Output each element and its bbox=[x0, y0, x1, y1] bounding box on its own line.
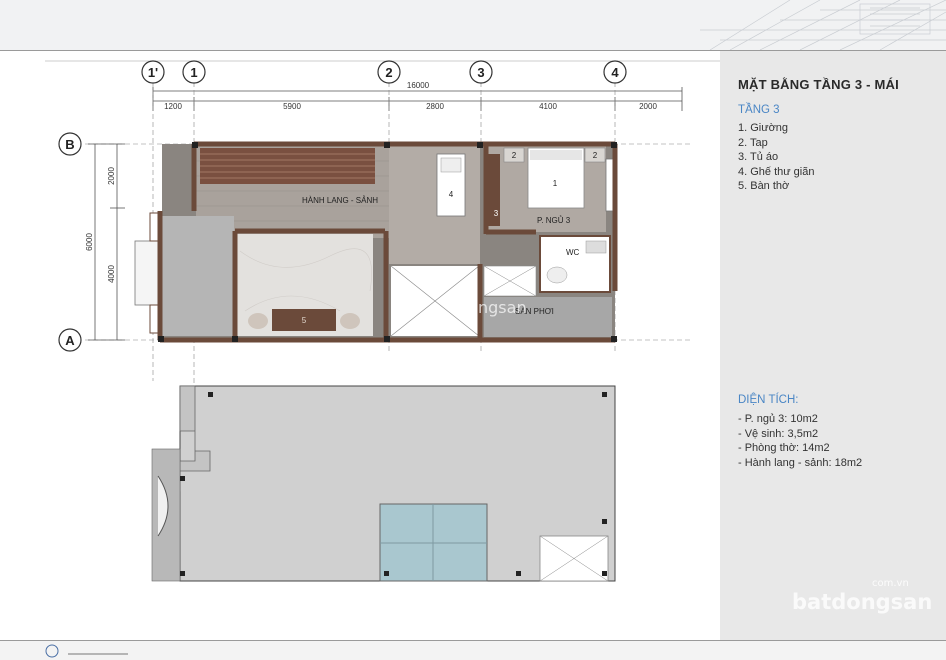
watermark-mid: ngsan bbox=[478, 298, 527, 317]
floor-plan-drawing: 1' 1 2 3 4 B A 16000 1200 5900 2800 4100… bbox=[45, 60, 720, 582]
floor-plan: 1' 1 2 3 4 B A 16000 1200 5900 2800 4100… bbox=[0, 51, 720, 640]
axis-label-4: 4 bbox=[611, 65, 619, 80]
area-item: - Hành lang - sảnh: 18m2 bbox=[738, 456, 863, 469]
furniture-num-altar: 5 bbox=[302, 316, 307, 325]
dimension-seg-5: 2000 bbox=[639, 102, 657, 111]
axis-label-1: 1 bbox=[190, 65, 197, 80]
furniture-item: 2. Tap bbox=[738, 136, 768, 149]
furniture-item: 1. Giường bbox=[738, 122, 789, 134]
furniture-item: 3. Tủ áo bbox=[738, 151, 779, 164]
furniture-num-nightstand-left: 2 bbox=[512, 151, 517, 160]
area-item: - Phòng thờ: 14m2 bbox=[738, 442, 830, 455]
watermark-big: batdongsan bbox=[792, 590, 933, 614]
top-header-band bbox=[0, 0, 946, 51]
axis-label-b: B bbox=[65, 137, 74, 152]
axis-label-1prime: 1' bbox=[148, 65, 158, 80]
area-heading: DIỆN TÍCH: bbox=[738, 394, 799, 406]
dimension-side-2: 4000 bbox=[107, 265, 116, 283]
furniture-num-bed: 1 bbox=[553, 179, 558, 188]
dimension-seg-2: 5900 bbox=[283, 102, 301, 111]
footer-bar bbox=[0, 640, 946, 660]
panel-title: MẶT BẰNG TẦNG 3 - MÁI bbox=[738, 77, 899, 92]
room-label-hall: HÀNH LANG - SẢNH bbox=[302, 196, 378, 205]
furniture-num-chair: 4 bbox=[449, 190, 454, 199]
area-list: - P. ngủ 3: 10m2 - Vệ sinh: 3,5m2 - Phòn… bbox=[738, 412, 862, 470]
legend-panel: MẶT BẰNG TẦNG 3 - MÁI TẦNG 3 1. Giường 2… bbox=[720, 51, 946, 641]
company-logo-icon bbox=[45, 644, 128, 658]
floor-heading: TẦNG 3 bbox=[738, 104, 780, 116]
furniture-item: 4. Ghế thư giãn bbox=[738, 165, 815, 178]
watermark-small: com.vn bbox=[872, 578, 909, 589]
room-label-bedroom: P. NGỦ 3 bbox=[537, 216, 571, 225]
dimension-side-total: 6000 bbox=[85, 233, 94, 251]
area-item: - Vệ sinh: 3,5m2 bbox=[738, 427, 819, 440]
axis-label-3: 3 bbox=[477, 65, 484, 80]
area-item: - P. ngủ 3: 10m2 bbox=[738, 413, 818, 425]
furniture-item: 5. Bàn thờ bbox=[738, 180, 790, 193]
furniture-num-nightstand-right: 2 bbox=[593, 151, 598, 160]
dimension-seg-1: 1200 bbox=[164, 102, 182, 111]
furniture-list: 1. Giường 2. Tap 3. Tủ áo 4. Ghế thư giã… bbox=[738, 121, 814, 194]
axis-label-a: A bbox=[65, 333, 75, 348]
furniture-num-wardrobe: 3 bbox=[494, 209, 499, 218]
room-label-wc: WC bbox=[566, 248, 580, 257]
axis-label-2: 2 bbox=[385, 65, 392, 80]
dimension-seg-3: 2800 bbox=[426, 102, 444, 111]
dimension-total: 16000 bbox=[407, 81, 430, 90]
blueprint-decoration bbox=[700, 0, 946, 50]
dimension-side-1: 2000 bbox=[107, 167, 116, 185]
dimension-seg-4: 4100 bbox=[539, 102, 557, 111]
